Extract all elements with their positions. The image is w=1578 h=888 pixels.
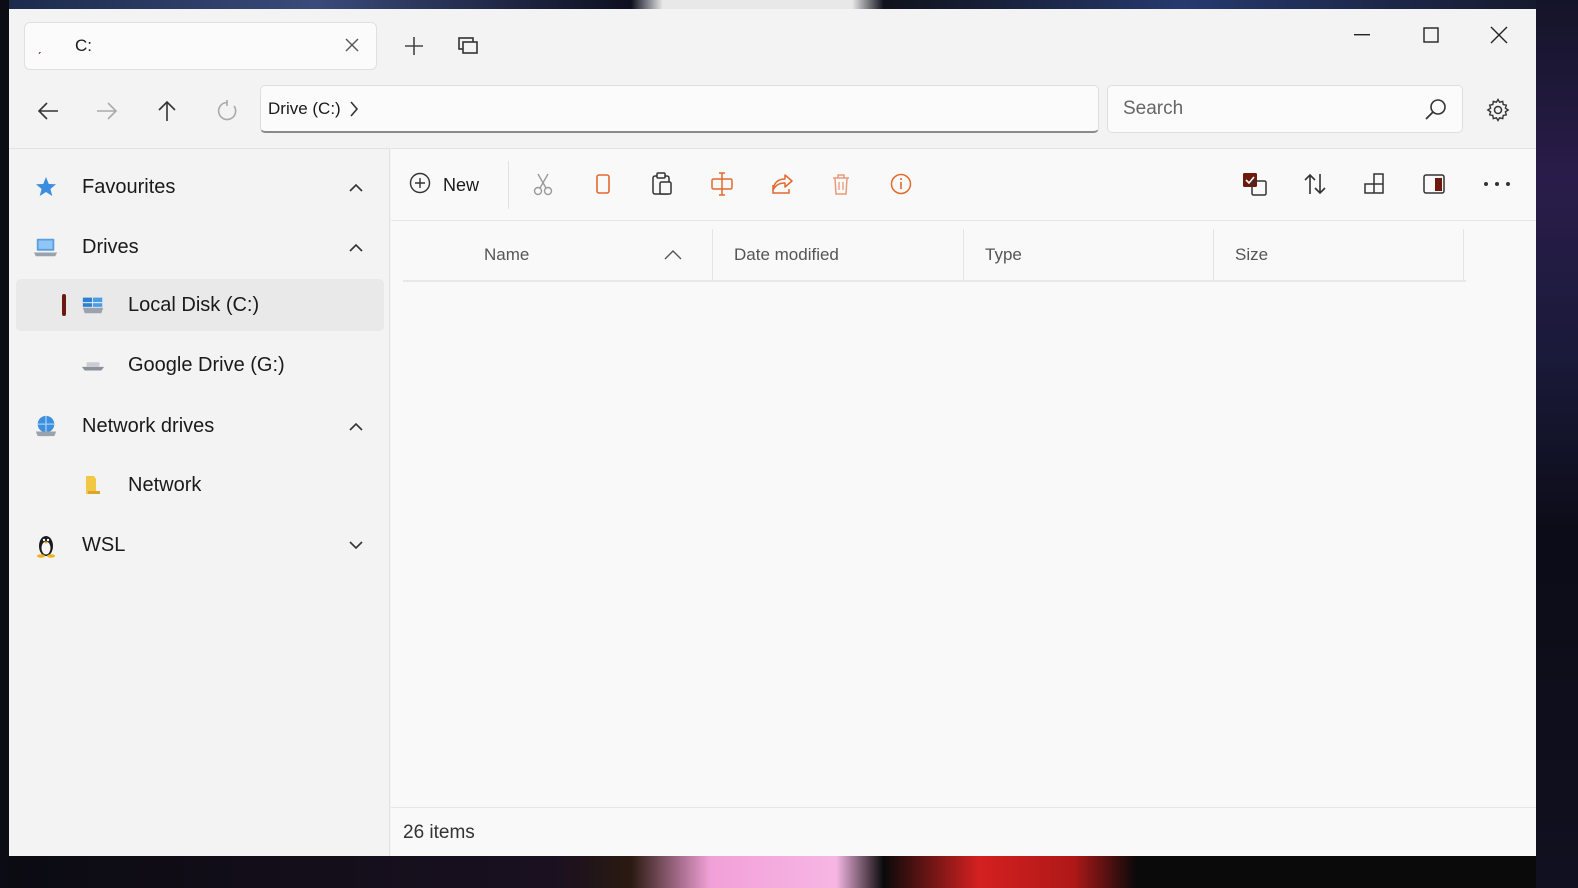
tab-drive-c[interactable]: ˏ C: bbox=[24, 22, 377, 70]
delete-button[interactable] bbox=[823, 166, 859, 202]
sidebar-item-local-disk-c[interactable]: Local Disk (C:) bbox=[16, 279, 384, 331]
sidebar-item-drives[interactable]: Drives bbox=[16, 221, 384, 273]
sidebar-item-label: Favourites bbox=[82, 175, 176, 198]
sidebar-item-label: Network drives bbox=[82, 414, 215, 437]
column-label-date-modified: Date modified bbox=[734, 245, 839, 264]
sort-button[interactable] bbox=[1297, 166, 1333, 202]
folder-icon bbox=[81, 473, 105, 497]
file-explorer-window: ˏ C: Drive (C:) Search Favourites Drives… bbox=[9, 9, 1536, 856]
more-options-button[interactable] bbox=[1479, 166, 1515, 202]
sidebar-item-favourites[interactable]: Favourites bbox=[16, 161, 384, 213]
google-drive-icon bbox=[81, 353, 105, 377]
selection-indicator bbox=[62, 294, 66, 316]
chevron-down-icon[interactable] bbox=[346, 535, 366, 555]
column-header-name[interactable]: Name bbox=[484, 229, 694, 281]
linux-penguin-icon bbox=[34, 533, 58, 558]
column-divider[interactable] bbox=[1463, 229, 1464, 281]
rename-button[interactable] bbox=[704, 166, 740, 202]
chevron-up-icon[interactable] bbox=[346, 237, 366, 257]
column-header-size[interactable]: Size bbox=[1235, 229, 1455, 281]
toolbar-divider bbox=[508, 161, 509, 209]
column-label-type: Type bbox=[985, 245, 1022, 264]
column-label-size: Size bbox=[1235, 245, 1269, 264]
select-icon bbox=[1243, 173, 1267, 196]
sidebar-item-wsl[interactable]: WSL bbox=[16, 519, 384, 571]
sort-ascending-icon bbox=[664, 245, 682, 265]
refresh-button[interactable] bbox=[207, 93, 247, 129]
maximize-button[interactable] bbox=[1408, 19, 1454, 51]
search-icon[interactable] bbox=[1422, 95, 1450, 123]
close-tab-icon[interactable] bbox=[342, 36, 362, 56]
select-button[interactable] bbox=[1237, 166, 1273, 202]
column-divider[interactable] bbox=[712, 229, 713, 281]
tab-drive-icon: ˏ bbox=[37, 38, 42, 54]
column-label-name: Name bbox=[484, 245, 530, 264]
drive-icon bbox=[34, 235, 58, 259]
network-drive-icon bbox=[34, 414, 58, 438]
breadcrumb-drive-c[interactable]: Drive (C:) bbox=[268, 99, 341, 119]
address-bar[interactable]: Drive (C:) bbox=[260, 85, 1099, 133]
gear-icon bbox=[1486, 98, 1510, 122]
status-bar: 26 items bbox=[391, 807, 1536, 856]
desktop-background-left bbox=[0, 0, 9, 888]
item-count: 26 items bbox=[403, 821, 475, 843]
tab-title: C: bbox=[75, 36, 92, 55]
share-button[interactable] bbox=[764, 166, 800, 202]
chevron-up-icon[interactable] bbox=[346, 416, 366, 436]
more-icon bbox=[1484, 182, 1510, 186]
new-tab-button[interactable] bbox=[397, 29, 431, 63]
sidebar-item-label: Google Drive (G:) bbox=[128, 353, 285, 376]
main-pane: New Name Date modified Type Size 26 item… bbox=[391, 148, 1536, 856]
command-toolbar: New bbox=[391, 149, 1536, 221]
copy-button[interactable] bbox=[585, 166, 621, 202]
search-input[interactable] bbox=[1123, 98, 1422, 120]
sort-icon bbox=[1304, 173, 1326, 195]
layout-button[interactable] bbox=[1356, 166, 1392, 202]
desktop-background-right bbox=[1536, 0, 1578, 888]
copy-icon bbox=[596, 174, 610, 194]
paste-button[interactable] bbox=[644, 166, 680, 202]
column-header-type[interactable]: Type bbox=[985, 229, 1205, 281]
column-header-date-modified[interactable]: Date modified bbox=[734, 229, 954, 281]
sidebar-item-google-drive-g[interactable]: Google Drive (G:) bbox=[16, 339, 384, 391]
column-header-underline bbox=[403, 280, 1466, 282]
column-divider[interactable] bbox=[1213, 229, 1214, 281]
sidebar: Favourites Drives Local Disk (C:) Google… bbox=[9, 148, 390, 856]
sidebar-item-label: Local Disk (C:) bbox=[128, 293, 260, 316]
cut-icon bbox=[533, 173, 553, 196]
paste-icon bbox=[652, 172, 672, 195]
layout-icon bbox=[1364, 173, 1384, 194]
chevron-right-icon[interactable] bbox=[349, 100, 359, 117]
star-icon bbox=[34, 175, 58, 199]
rename-icon bbox=[711, 172, 733, 196]
tab-switcher-icon[interactable] bbox=[451, 29, 485, 63]
sidebar-item-label: Drives bbox=[82, 235, 139, 258]
new-button-label: New bbox=[443, 174, 480, 195]
up-button[interactable] bbox=[147, 93, 187, 129]
search-box[interactable] bbox=[1107, 85, 1463, 133]
chevron-up-icon[interactable] bbox=[346, 177, 366, 197]
local-disk-icon bbox=[81, 293, 105, 317]
column-divider[interactable] bbox=[963, 229, 964, 281]
close-window-button[interactable] bbox=[1476, 19, 1522, 51]
desktop-background-bottom bbox=[0, 856, 1578, 888]
sidebar-item-network[interactable]: Network bbox=[16, 459, 384, 511]
share-icon bbox=[772, 174, 793, 194]
minimize-button[interactable] bbox=[1339, 19, 1385, 51]
sidebar-item-label: WSL bbox=[82, 533, 126, 556]
sidebar-item-label: Network bbox=[128, 473, 202, 496]
new-button[interactable]: New bbox=[409, 166, 479, 204]
settings-button[interactable] bbox=[1481, 93, 1515, 127]
delete-icon bbox=[833, 174, 849, 195]
properties-icon bbox=[890, 173, 912, 195]
forward-button[interactable] bbox=[87, 93, 127, 129]
add-circle-icon bbox=[409, 172, 431, 199]
back-button[interactable] bbox=[28, 93, 68, 129]
preview-pane-icon bbox=[1423, 174, 1445, 194]
cut-button[interactable] bbox=[525, 166, 561, 202]
sidebar-item-network-drives[interactable]: Network drives bbox=[16, 400, 384, 452]
preview-pane-button[interactable] bbox=[1416, 166, 1452, 202]
properties-button[interactable] bbox=[883, 166, 919, 202]
